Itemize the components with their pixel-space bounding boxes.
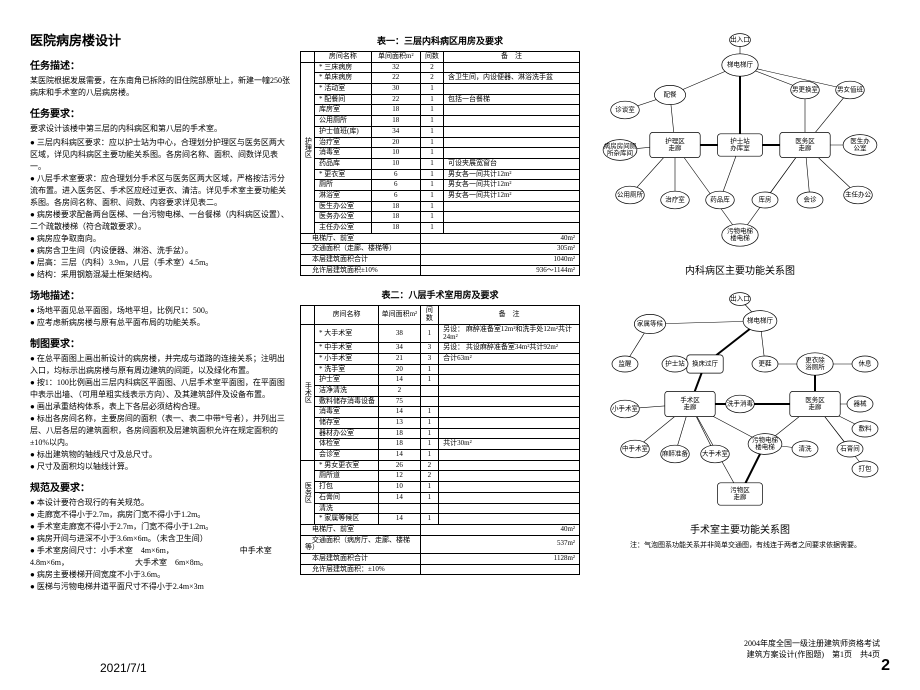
- task-req-item-0: 三层内科病区要求：应以护士站为中心，合理划分护理区与医务区两大区域，详见内科病区…: [30, 137, 290, 173]
- svg-text:器械: 器械: [854, 398, 868, 407]
- footer-page: 2: [881, 657, 890, 675]
- svg-text:公用厕所: 公用厕所: [617, 189, 644, 198]
- task-desc-heading: 任务描述：: [30, 57, 290, 72]
- svg-text:污物电梯楼电梯: 污物电梯楼电梯: [752, 435, 779, 451]
- draw-req-heading: 制图要求：: [30, 335, 290, 350]
- svg-text:病房房间厕所杂库间: 病房房间厕所杂库间: [604, 141, 637, 157]
- svg-text:护士站办库室: 护士站办库室: [730, 136, 750, 152]
- right-column: 出入口梯电梯厅配餐诊谈室护理区走廊病房房间厕所杂库间护士站办库室医务区走廊医生办…: [590, 30, 890, 593]
- svg-text:男女值班: 男女值班: [837, 84, 864, 93]
- diagram2-note: 注：气泡图系功能关系并非简单交通图，有线连于两者之间要求依据需要。: [630, 540, 890, 550]
- site-desc-heading: 场地描述：: [30, 287, 290, 302]
- diagram-1: 出入口梯电梯厅配餐诊谈室护理区走廊病房房间厕所杂库间护士站办库室医务区走廊医生办…: [590, 30, 890, 260]
- svg-text:大手术室: 大手术室: [702, 448, 729, 457]
- svg-text:药品库: 药品库: [710, 194, 730, 203]
- exam-line1: 2004年度全国一级注册建筑师资格考试: [744, 638, 880, 649]
- svg-text:石膏间: 石膏间: [840, 443, 860, 452]
- svg-text:梯电梯厅: 梯电梯厅: [747, 315, 774, 324]
- task-desc-text: 某医院根据发展需要，在东南角已拆除的旧住院部原址上，新建一幢250张病床和手术室…: [30, 75, 290, 99]
- exam-line2: 建筑方案设计(作图题) 第1页 共4页: [744, 649, 880, 660]
- svg-text:监醒: 监醒: [619, 358, 633, 367]
- svg-text:清洗: 清洗: [799, 443, 813, 452]
- middle-column: 表一：三层内科病区用房及要求 房间名称单间面积m²间数备 注护理区* 三床病房3…: [300, 30, 580, 593]
- draw-req-item-2: 画出承重结构体系，表上下各层必须结构合理。: [30, 401, 290, 413]
- task-req-intro: 要求设计该楼中第三层的内科病区和第八层的手术室。: [30, 123, 290, 135]
- svg-text:护士站: 护士站: [665, 358, 685, 367]
- svg-text:休息: 休息: [859, 358, 873, 367]
- svg-text:出入口: 出入口: [730, 293, 750, 302]
- svg-text:更衣除浴厕所: 更衣除浴厕所: [805, 355, 825, 371]
- site-desc-item-0: 场地平面见总平面图，场地平坦，比例尺1：500。: [30, 305, 290, 317]
- table1: 房间名称单间面积m²间数备 注护理区* 三床病房322* 单床病房222含卫生间…: [300, 51, 580, 276]
- diagram-2: 出入口梯电梯厅家属等候监醒换床过厅护士站更鞋更衣除浴厕所休息手术区走廊医务区走廊…: [590, 289, 890, 519]
- task-req-item-5: 层高：三层（内科）3.9m，八层（手术室）4.5m。: [30, 257, 290, 269]
- draw-req-item-5: 尺寸及面积均以轴线计算。: [30, 461, 290, 473]
- draw-req-item-0: 在总平面图上画出新设计的病房楼，并完成与道路的连接关系；注明出入口，均标示出病房…: [30, 353, 290, 377]
- svg-text:更鞋: 更鞋: [759, 358, 773, 367]
- table2: 房间名称单间面积m²间数备 注手术区* 大手术室381另设： 麻醉准备室12m²…: [300, 305, 580, 575]
- svg-text:库房: 库房: [759, 194, 772, 203]
- spec-req-item-4: 手术室房间尺寸：小手术室 4m×6m， 中手术室 4.8m×6m， 大手术室 6…: [30, 545, 290, 569]
- svg-text:男更换室: 男更换室: [792, 84, 819, 93]
- svg-text:出入口: 出入口: [730, 34, 750, 43]
- task-req-item-2: 病房楼要求配备两台医梯、一台污物电梯、一台餐梯（内科病区设置）、二个疏散楼梯（符…: [30, 209, 290, 233]
- exam-info: 2004年度全国一级注册建筑师资格考试 建筑方案设计(作图题) 第1页 共4页: [744, 638, 880, 660]
- svg-text:洗手消毒: 洗手消毒: [727, 398, 754, 407]
- spec-req-item-3: 病房开间与进深不小于3.6m×6m。（未含卫生间）: [30, 533, 290, 545]
- svg-text:污物电梯楼电梯: 污物电梯楼电梯: [727, 226, 754, 242]
- task-req-item-6: 结构：采用钢筋混凝土框架结构。: [30, 269, 290, 281]
- diagram2-caption: 手术室主要功能关系图: [590, 521, 890, 536]
- page-title: 医院病房楼设计: [30, 30, 290, 49]
- svg-text:梯电梯厅: 梯电梯厅: [727, 59, 754, 68]
- diagram1-caption: 内科病区主要功能关系图: [590, 262, 890, 277]
- svg-text:主任办公: 主任办公: [845, 189, 872, 198]
- svg-text:治疗室: 治疗室: [665, 194, 685, 203]
- svg-text:打包: 打包: [859, 463, 873, 472]
- svg-text:敷料: 敷料: [859, 423, 873, 432]
- task-req-item-3: 病房应争取南向。: [30, 233, 290, 245]
- svg-text:配餐: 配餐: [664, 89, 678, 98]
- left-column: 医院病房楼设计 任务描述： 某医院根据发展需要，在东南角已拆除的旧住院部原址上，…: [30, 30, 290, 593]
- spec-req-heading: 规范及要求：: [30, 479, 290, 494]
- draw-req-item-1: 按1：100比例画出三层内科病区平面图、八层手术室平面图，在平面图中表示出墙、（…: [30, 377, 290, 401]
- table1-title: 表一：三层内科病区用房及要求: [300, 34, 580, 47]
- spec-req-item-1: 走廊宽不得小于2.7m，病房门宽不得小于1.2m。: [30, 509, 290, 521]
- spec-req-item-5: 病房主要楼梯开间宽度不小于3.6m。: [30, 569, 290, 581]
- task-req-item-1: 八层手术室要求：应合理划分手术区与医务区两大区域，严格按洁污分流布置。进入医务区…: [30, 173, 290, 209]
- svg-text:会诊: 会诊: [804, 194, 818, 203]
- draw-req-item-4: 标出建筑物的轴线尺寸及总尺寸。: [30, 449, 290, 461]
- svg-text:诊谈室: 诊谈室: [615, 104, 635, 113]
- site-desc-item-1: 应考虑新病房楼与原有总平面布局的功能关系。: [30, 317, 290, 329]
- task-req-heading: 任务要求：: [30, 105, 290, 120]
- svg-text:麻醉准备: 麻醉准备: [662, 448, 689, 457]
- svg-text:小手术室: 小手术室: [612, 403, 639, 412]
- task-req-item-4: 病房含卫生间（内设便器、淋浴、洗手盆）。: [30, 245, 290, 257]
- spec-req-item-2: 手术室走廊宽不得小于2.7m，门宽不得小于1.2m。: [30, 521, 290, 533]
- svg-text:家属等候: 家属等候: [637, 318, 664, 327]
- spec-req-item-6: 医梯与污物电梯井道平面尺寸不得小于2.4m×3m: [30, 581, 290, 593]
- footer-date: 2021/7/1: [100, 661, 147, 675]
- draw-req-item-3: 标出各房间名称，主要房间的面积（表一、表二中带*号者），并列出三层、八层各层的建…: [30, 413, 290, 449]
- spec-req-item-0: 本设计要符合现行的有关规范。: [30, 497, 290, 509]
- svg-text:换床过厅: 换床过厅: [692, 358, 719, 367]
- table2-title: 表二：八层手术室用房及要求: [300, 288, 580, 301]
- svg-text:中手术室: 中手术室: [622, 443, 649, 452]
